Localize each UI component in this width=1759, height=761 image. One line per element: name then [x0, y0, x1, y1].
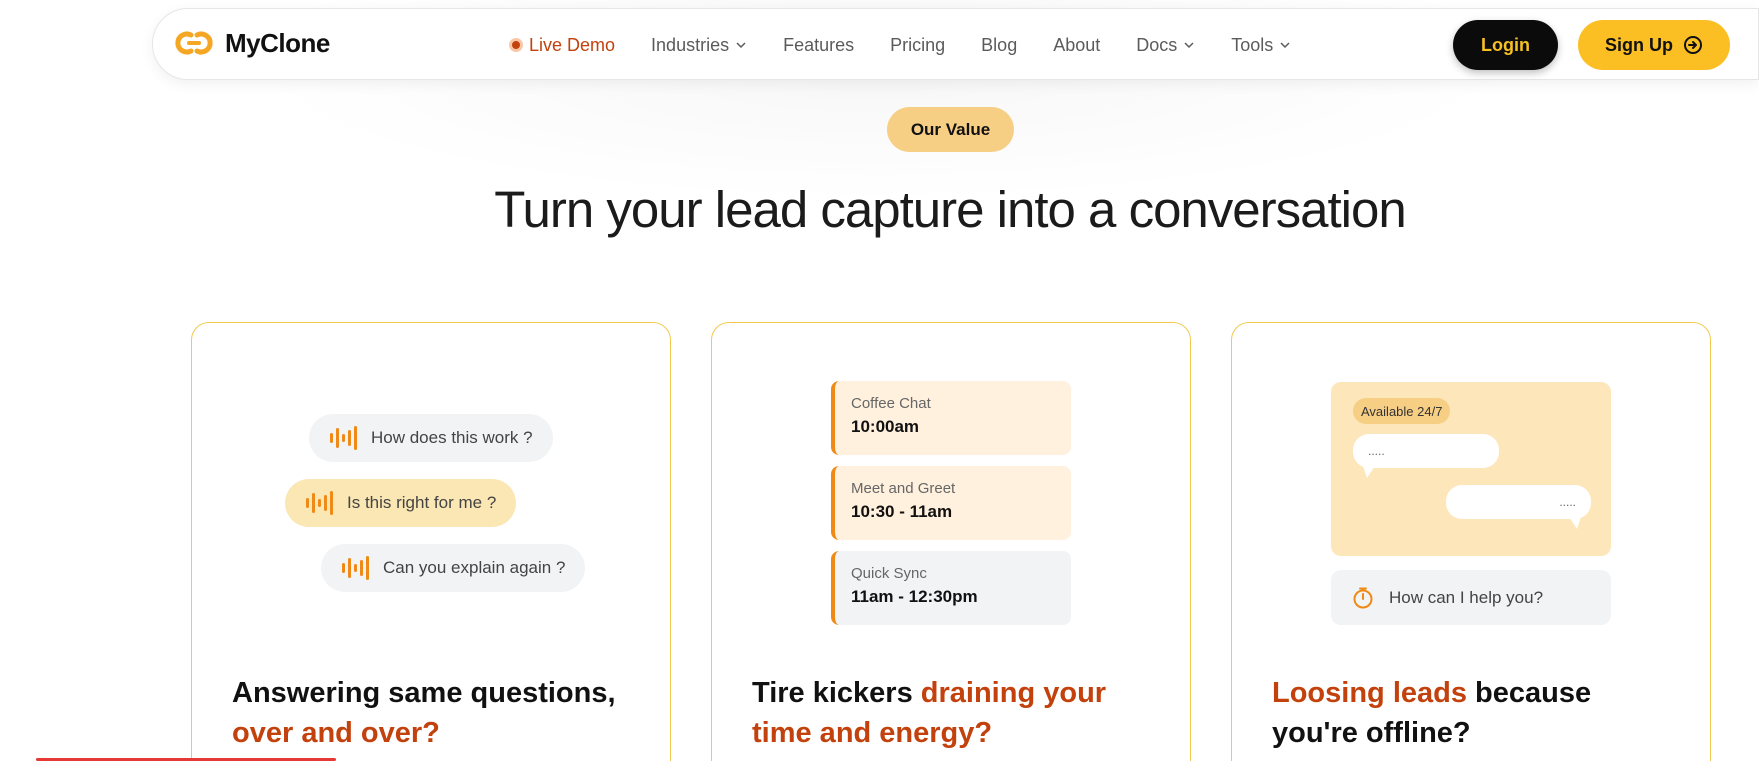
signup-label: Sign Up — [1605, 34, 1673, 55]
audio-wave-icon — [342, 556, 369, 580]
slot-label: Coffee Chat — [851, 395, 931, 412]
nav-blog[interactable]: Blog — [981, 35, 1017, 56]
top-navbar: MyClone Live Demo Industries Features Pr… — [152, 8, 1759, 80]
signup-button[interactable]: Sign Up — [1578, 20, 1730, 70]
logo[interactable]: MyClone — [175, 27, 330, 59]
nav-industries-label: Industries — [651, 34, 730, 55]
nav-tools-label: Tools — [1231, 34, 1274, 55]
chat-bubble-incoming: ..... — [1353, 434, 1499, 478]
logo-icon — [175, 31, 213, 55]
login-label: Login — [1481, 34, 1530, 55]
question-text: Can you explain again ? — [383, 558, 566, 577]
nav-live-demo[interactable]: Live Demo — [509, 35, 615, 56]
timer-icon — [1353, 587, 1373, 608]
slot-label: Meet and Greet — [851, 480, 956, 497]
chat-preview: Available 24/7 ..... ..... — [1331, 382, 1611, 556]
bubble-text: ..... — [1368, 444, 1385, 458]
value-card-repeat-questions: How does this work ? Is this right for m… — [191, 322, 671, 761]
nav-blog-label: Blog — [981, 34, 1018, 55]
nav-industries[interactable]: Industries — [651, 35, 747, 56]
bubble-text: ..... — [1559, 495, 1576, 509]
availability-badge: Available 24/7 — [1353, 398, 1451, 424]
value-card-offline: Available 24/7 ..... ..... How can I hel… — [1231, 322, 1711, 761]
nav-about[interactable]: About — [1053, 35, 1100, 56]
chevron-down-icon — [736, 42, 746, 49]
nav-docs-label: Docs — [1136, 34, 1178, 55]
question-chip: Is this right for me ? — [285, 479, 517, 527]
nav-pricing-label: Pricing — [890, 34, 946, 55]
help-prompt: How can I help you? — [1331, 570, 1611, 625]
chevron-down-icon — [1184, 42, 1194, 49]
nav-features[interactable]: Features — [783, 35, 854, 56]
question-text: How does this work ? — [371, 428, 533, 447]
bubble-tail — [1569, 517, 1581, 529]
live-dot-icon — [509, 38, 523, 52]
chat-bubble-outgoing: ..... — [1446, 485, 1591, 529]
arrow-circle-right-icon — [1684, 36, 1702, 54]
schedule-slot: Coffee Chat 10:00am — [831, 381, 1071, 455]
slot-time: 11am - 12:30pm — [851, 587, 978, 606]
question-chip: Can you explain again ? — [321, 544, 586, 592]
brand-name: MyClone — [225, 27, 330, 58]
section-headline: Turn your lead capture into a conversati… — [494, 181, 1407, 238]
value-card-tire-kickers: Coffee Chat 10:00am Meet and Greet 10:30… — [711, 322, 1191, 761]
chevron-down-icon — [1280, 42, 1290, 49]
section-badge: Our Value — [887, 107, 1014, 152]
schedule-slot: Quick Sync 11am - 12:30pm — [831, 551, 1071, 625]
slot-time: 10:00am — [851, 417, 920, 436]
nav-about-label: About — [1053, 34, 1101, 55]
audio-wave-icon — [330, 426, 357, 450]
nav-docs[interactable]: Docs — [1136, 35, 1195, 56]
bubble-tail — [1363, 466, 1375, 478]
card-title-accent: over and over? — [232, 717, 440, 749]
slot-label: Quick Sync — [851, 565, 927, 582]
nav-links: Live Demo Industries Features Pricing Bl… — [509, 9, 1327, 81]
nav-tools[interactable]: Tools — [1231, 35, 1291, 56]
nav-live-demo-label: Live Demo — [529, 34, 616, 55]
question-chip: How does this work ? — [309, 414, 553, 462]
slot-time: 10:30 - 11am — [851, 502, 953, 521]
nav-features-label: Features — [783, 34, 855, 55]
schedule-slot: Meet and Greet 10:30 - 11am — [831, 466, 1071, 540]
audio-wave-icon — [306, 491, 333, 515]
card-title-accent: Loosing leads — [1272, 677, 1467, 709]
help-prompt-text: How can I help you? — [1389, 587, 1544, 607]
card-title-plain: Tire kickers — [752, 677, 913, 709]
card-title: Answering same questions, over and over? — [232, 673, 642, 753]
card-title-plain: Answering same questions, — [232, 677, 616, 709]
card-title: Loosing leads because you're offline? — [1272, 673, 1682, 753]
card-title: Tire kickers draining your time and ener… — [752, 673, 1162, 753]
question-text: Is this right for me ? — [347, 493, 497, 512]
nav-pricing[interactable]: Pricing — [890, 35, 945, 56]
login-button[interactable]: Login — [1453, 20, 1558, 70]
headline-wrap: Turn your lead capture into a conversati… — [0, 180, 1759, 239]
